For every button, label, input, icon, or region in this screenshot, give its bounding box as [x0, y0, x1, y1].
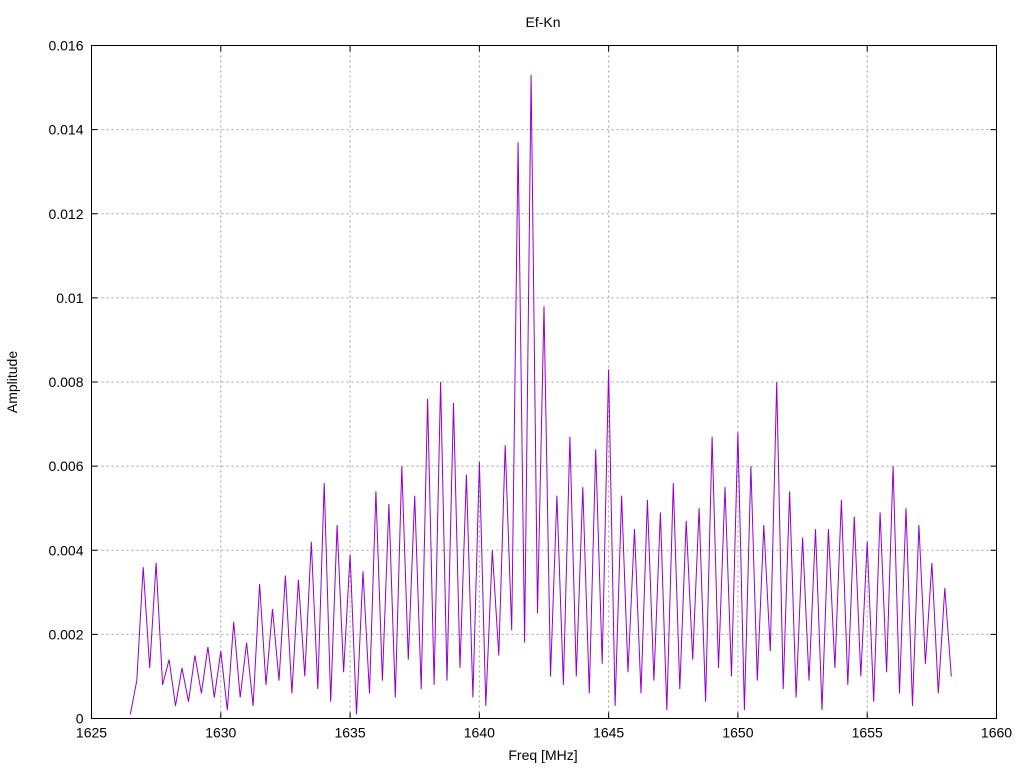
- y-tick-label: 0.004: [48, 542, 83, 558]
- series-line-group: [130, 75, 951, 714]
- y-tick-label: 0.008: [48, 374, 83, 390]
- y-tick-label: 0.002: [48, 626, 83, 642]
- y-tick-label: 0.01: [56, 290, 83, 306]
- chart-title: Ef-Kn: [525, 14, 560, 30]
- y-tick-label: 0.016: [48, 38, 83, 54]
- grid: [92, 46, 997, 719]
- x-tick-label: 1655: [852, 725, 883, 741]
- x-tick-label: 1640: [464, 725, 495, 741]
- x-tick-label: 1650: [722, 725, 753, 741]
- x-tick-label: 1635: [334, 725, 365, 741]
- x-tick-label: 1630: [205, 725, 236, 741]
- y-tick-label: 0.014: [48, 122, 83, 138]
- y-tick-label: 0: [76, 711, 84, 727]
- x-tick-label: 1625: [76, 725, 107, 741]
- x-tick-label: 1645: [593, 725, 624, 741]
- x-axis-label: Freq [MHz]: [508, 747, 577, 763]
- y-axis-label: Amplitude: [4, 351, 20, 413]
- series-line: [130, 75, 951, 714]
- x-tick-label: 1660: [981, 725, 1012, 741]
- chart: 1625 1630 1635 1640 1645 1650 1655 1660 0 0.002 0.…: [0, 0, 1024, 768]
- y-tick-label: 0.006: [48, 458, 83, 474]
- y-tick-label: 0.012: [48, 206, 83, 222]
